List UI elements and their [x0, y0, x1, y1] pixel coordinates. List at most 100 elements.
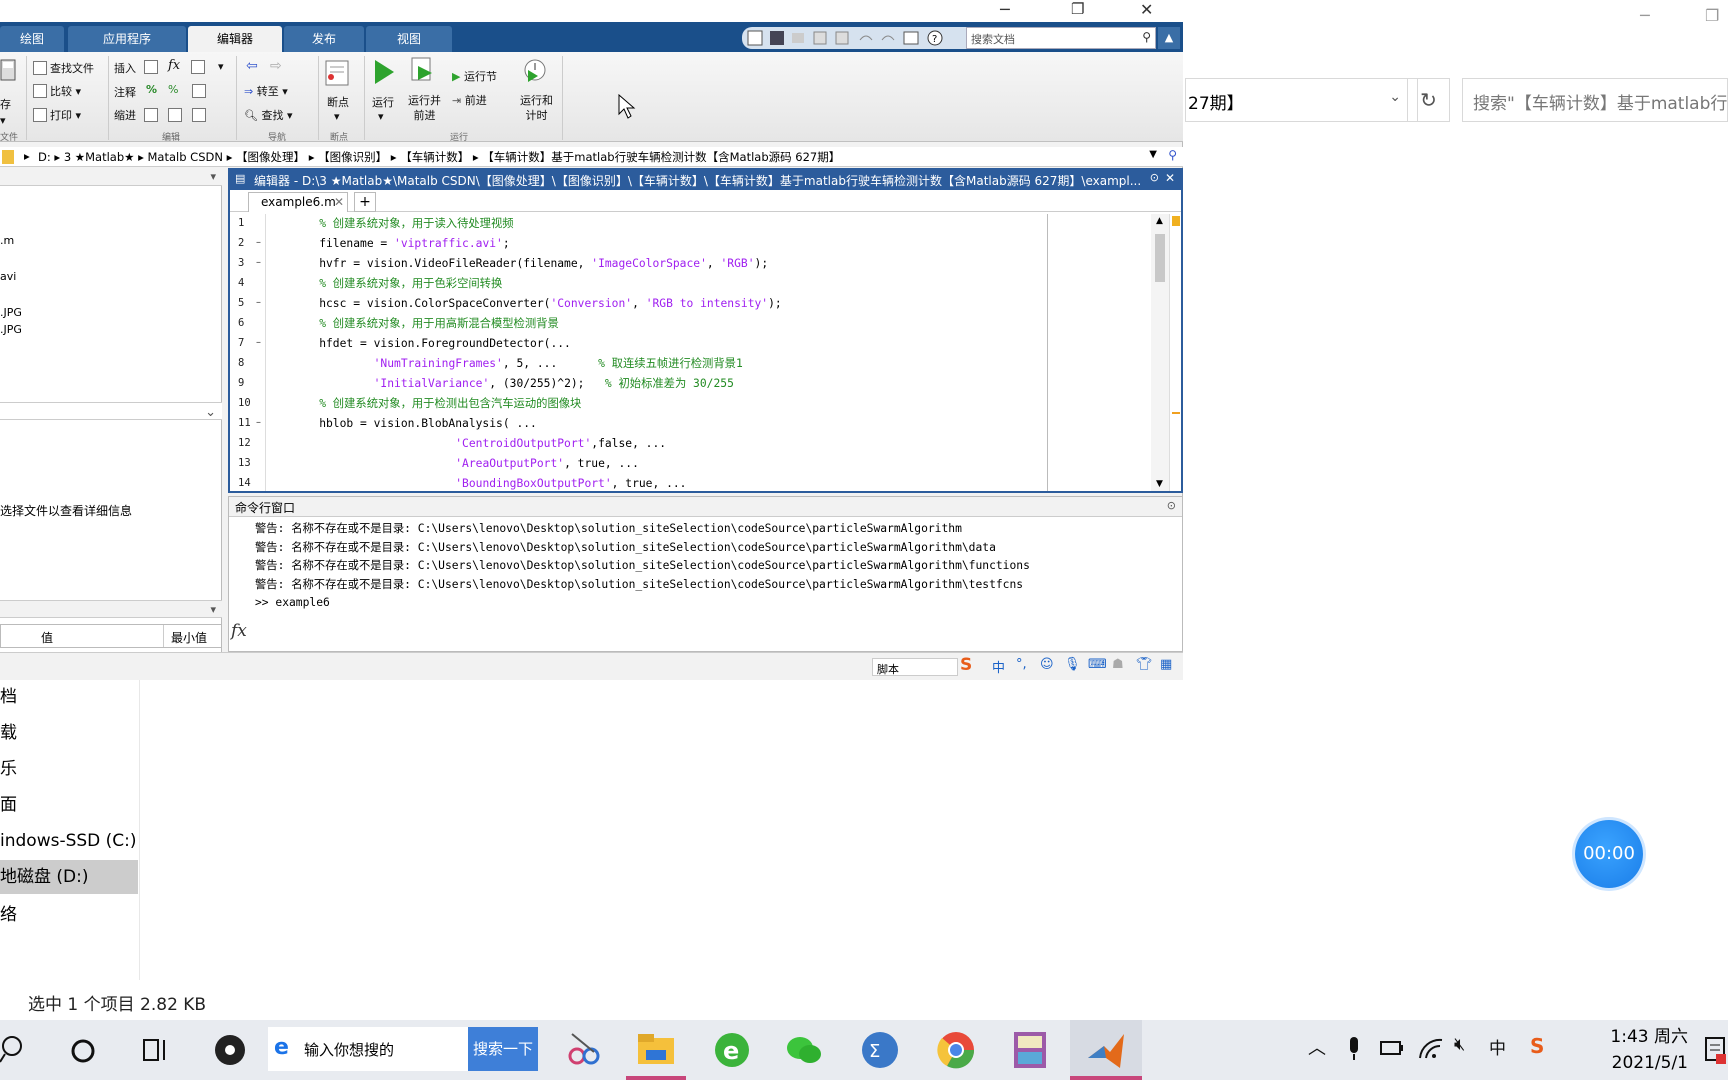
- pinwheel-app-icon[interactable]: [212, 1032, 248, 1068]
- ime-toolbox-icon[interactable]: ▦: [1160, 657, 1172, 672]
- system-clock[interactable]: 1:43 周六 2021/5/1: [1580, 1024, 1688, 1076]
- editor-tab-example6[interactable]: example6.m ✕: [248, 192, 348, 212]
- line-number[interactable]: 4: [238, 277, 256, 289]
- run-advance-icon[interactable]: [410, 56, 436, 84]
- line-number[interactable]: 13: [238, 457, 256, 469]
- comment-label[interactable]: 注释: [114, 84, 136, 100]
- editor-scrollbar[interactable]: ▲ ▼: [1151, 214, 1169, 491]
- chevron-down-icon[interactable]: ⌄: [1389, 89, 1401, 105]
- increase-indent-icon[interactable]: [168, 108, 182, 122]
- code-line[interactable]: hcsc = vision.ColorSpaceConverter('Conve…: [292, 294, 782, 314]
- compare-button[interactable]: 比较 ▾: [33, 83, 81, 99]
- nav-item-drive-d[interactable]: 地磁盘 (D:): [0, 860, 138, 894]
- find-button[interactable]: 🔍︎ 查找 ▾: [244, 107, 293, 123]
- forward-arrow-icon[interactable]: ⇨: [270, 58, 282, 74]
- nav-item-drive-c[interactable]: indows-SSD (C:): [0, 824, 138, 858]
- ime-punctuation-icon[interactable]: °,: [1016, 657, 1027, 672]
- code-line[interactable]: hvfr = vision.VideoFileReader(filename, …: [292, 254, 768, 274]
- close-tab-icon[interactable]: ✕: [334, 195, 344, 209]
- cortana-icon[interactable]: [70, 1038, 96, 1064]
- ime-user-icon[interactable]: ☗: [1112, 657, 1124, 672]
- nav-item-downloads[interactable]: 载: [0, 716, 138, 750]
- wifi-icon[interactable]: [1418, 1036, 1444, 1060]
- refresh-button[interactable]: ↻: [1407, 78, 1450, 122]
- matlab-icon[interactable]: [1084, 1028, 1128, 1072]
- explorer-maximize-button[interactable]: ❐: [1705, 6, 1719, 25]
- code-line[interactable]: 'CentroidOutputPort',false, ...: [292, 434, 666, 454]
- line-number[interactable]: 6: [238, 317, 256, 329]
- column-min[interactable]: 最小值: [171, 629, 207, 646]
- line-number[interactable]: 7: [238, 337, 256, 349]
- panel-menu-icon[interactable]: ⊙: [1150, 171, 1159, 184]
- file-item[interactable]: .JPG: [0, 306, 22, 319]
- breakpoint-dash[interactable]: –: [256, 417, 261, 428]
- panel-menu-icon[interactable]: ▾: [210, 603, 216, 616]
- ime-voice-icon[interactable]: 🎙︎: [1064, 657, 1081, 672]
- tab-apps[interactable]: 应用程序: [68, 26, 186, 52]
- wechat-icon[interactable]: [782, 1028, 826, 1072]
- line-number[interactable]: 14: [238, 477, 256, 489]
- find-file-button[interactable]: 查找文件: [33, 60, 94, 76]
- smart-indent-icon[interactable]: [144, 108, 158, 122]
- print-button[interactable]: 打印 ▾: [33, 107, 81, 123]
- line-number[interactable]: 8: [238, 357, 256, 369]
- save-label[interactable]: 存: [0, 96, 11, 112]
- chevron-down-icon[interactable]: ⌄: [205, 405, 216, 420]
- recording-timer-button[interactable]: 00:00: [1575, 820, 1643, 888]
- ime-skin-icon[interactable]: 👕︎: [1136, 657, 1153, 672]
- new-tab-button[interactable]: +: [354, 192, 376, 212]
- file-item[interactable]: .JPG: [0, 323, 22, 336]
- save-icon[interactable]: [0, 58, 18, 86]
- line-number[interactable]: 11: [238, 417, 256, 429]
- code-line[interactable]: % 创建系统对象，用于读入待处理视频: [292, 214, 513, 234]
- taskbar-search-input[interactable]: e 输入你想搜的: [268, 1027, 468, 1071]
- snipping-tool-icon[interactable]: [562, 1028, 606, 1072]
- panel-menu-icon[interactable]: ⊙: [1167, 499, 1176, 512]
- breakpoints-icon[interactable]: [325, 60, 349, 88]
- explorer-search-input[interactable]: 搜索"【车辆计数】基于matlab行: [1462, 78, 1728, 122]
- maximize-button[interactable]: ❐: [1071, 0, 1084, 18]
- insert-function-icon[interactable]: fx: [168, 58, 180, 73]
- minimize-button[interactable]: ─: [1000, 0, 1010, 19]
- code-line[interactable]: filename = 'viptraffic.avi';: [292, 234, 509, 254]
- file-item[interactable]: avi: [0, 270, 16, 283]
- scroll-down-icon[interactable]: ▼: [1156, 479, 1163, 489]
- goto-button[interactable]: ⇒ 转至 ▾: [244, 83, 288, 99]
- wrap-comments-icon[interactable]: [192, 84, 206, 98]
- chevron-down-icon[interactable]: ▼: [1149, 149, 1157, 160]
- insert-label[interactable]: 插入: [114, 60, 136, 76]
- insert-menu-icon[interactable]: [191, 60, 205, 74]
- line-number[interactable]: 9: [238, 377, 256, 389]
- analyzer-status-icon[interactable]: [1172, 216, 1180, 226]
- code-analyzer-strip[interactable]: [1169, 214, 1181, 491]
- panel-menu-icon[interactable]: ▾: [210, 170, 216, 183]
- nav-item-network[interactable]: 络: [0, 898, 138, 932]
- run-section-button[interactable]: ▶ 运行节: [452, 68, 497, 84]
- breakpoint-dash[interactable]: –: [256, 257, 261, 268]
- tab-plots[interactable]: 绘图: [0, 26, 64, 52]
- line-number[interactable]: 5: [238, 297, 256, 309]
- current-folder-breadcrumb[interactable]: ▸ D: ▸ 3 ★Matlab★ ▸ Matalb CSDN ▸ 【图像处理】…: [0, 147, 1183, 167]
- code-line[interactable]: 'AreaOutputPort', true, ...: [292, 454, 639, 474]
- nav-item-documents[interactable]: 档: [0, 680, 138, 714]
- ime-emoji-icon[interactable]: ☺: [1040, 657, 1054, 672]
- notification-center-icon[interactable]: [1704, 1036, 1726, 1064]
- warning-marker[interactable]: [1172, 412, 1180, 414]
- column-value[interactable]: 值: [41, 629, 53, 646]
- tab-view[interactable]: 视图: [366, 26, 452, 52]
- chrome-browser-icon[interactable]: [934, 1028, 978, 1072]
- run-and-time-label[interactable]: 运行和 计时: [520, 93, 553, 123]
- ime-language-indicator[interactable]: 中: [1489, 1034, 1506, 1059]
- file-explorer-icon[interactable]: [634, 1028, 678, 1072]
- battery-icon[interactable]: [1380, 1040, 1404, 1056]
- code-line[interactable]: 'InitialVariance', (30/255)^2); % 初始标准差为…: [292, 374, 734, 394]
- line-number[interactable]: 1: [238, 217, 256, 229]
- line-number[interactable]: 10: [238, 397, 256, 409]
- breakpoint-dash[interactable]: –: [256, 337, 261, 348]
- code-line[interactable]: % 创建系统对象，用于色彩空间转换: [292, 274, 502, 294]
- code-line[interactable]: 'BoundingBoxOutputPort', true, ...: [292, 474, 686, 491]
- sogou-ime-icon[interactable]: S: [960, 655, 972, 675]
- winrar-icon[interactable]: [1008, 1028, 1052, 1072]
- run-and-time-icon[interactable]: [522, 56, 548, 86]
- search-icon[interactable]: ⚲: [1142, 30, 1151, 44]
